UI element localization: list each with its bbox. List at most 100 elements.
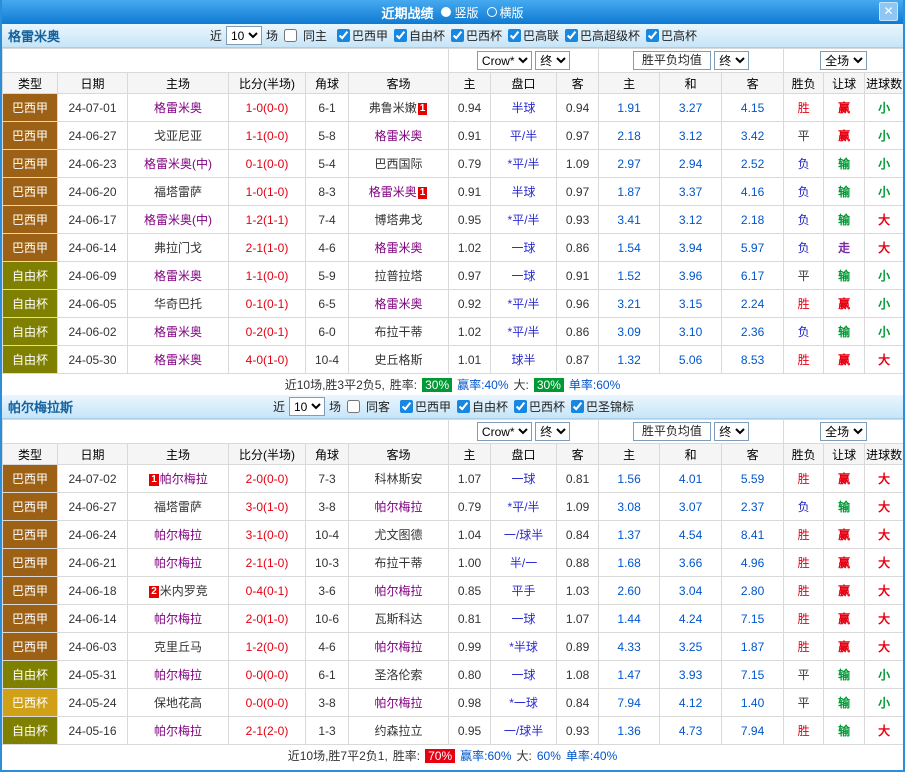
euro-home-odds-cell: 1.56 (599, 465, 660, 493)
match-type-cell: 巴西甲 (3, 178, 58, 206)
handicap-result-cell: 输 (824, 150, 865, 178)
away-odds-cell: 1.09 (557, 150, 599, 178)
league-checkbox[interactable] (457, 400, 470, 413)
corners-cell: 7-3 (306, 465, 349, 493)
league-filter[interactable]: 巴西杯 (449, 27, 502, 44)
home-team-cell: 克里丘马 (128, 633, 229, 661)
league-checkbox[interactable] (394, 29, 407, 42)
league-checkbox[interactable] (646, 29, 659, 42)
handicap-result-cell: 赢 (824, 122, 865, 150)
goals-result-cell: 大 (865, 717, 904, 745)
euro-away-odds-cell: 4.16 (722, 178, 784, 206)
score-cell: 2-1(2-0) (229, 717, 306, 745)
away-team-cell: 瓦斯科达 (349, 605, 449, 633)
handicap-result-cell: 赢 (824, 521, 865, 549)
handicap-final-select[interactable]: 终 (535, 422, 570, 441)
team-name-text: 布拉干蒂 (375, 556, 423, 570)
league-filter[interactable]: 巴高联 (506, 27, 559, 44)
away-team-cell: 帕尔梅拉 (349, 577, 449, 605)
away-odds-cell: 0.84 (557, 521, 599, 549)
corners-cell: 4-6 (306, 234, 349, 262)
goals-result-cell: 小 (865, 689, 904, 717)
match-type-cell: 巴西甲 (3, 234, 58, 262)
away-team-cell: 尤文图德 (349, 521, 449, 549)
league-filter[interactable]: 巴西甲 (398, 398, 451, 415)
match-date-cell: 24-05-24 (58, 689, 128, 717)
league-checkbox[interactable] (337, 29, 350, 42)
radio-horizontal[interactable]: 横版 (487, 4, 524, 21)
goals-result-cell: 大 (865, 493, 904, 521)
league-label: 巴西杯 (466, 27, 502, 44)
euro-away-odds-cell: 7.15 (722, 661, 784, 689)
recent-count-select[interactable]: 10 (226, 26, 262, 45)
handicap-cell: *平/半 (491, 150, 557, 178)
recent-count-select[interactable]: 10 (289, 397, 325, 416)
euro-away-odds-cell: 1.40 (722, 689, 784, 717)
handicap-cell: *平/半 (491, 206, 557, 234)
match-date-cell: 24-06-14 (58, 605, 128, 633)
match-date-cell: 24-07-01 (58, 94, 128, 122)
league-filter[interactable]: 自由杯 (455, 398, 508, 415)
goals-result-cell: 小 (865, 661, 904, 689)
handicap-controls-cell: Crow* 终 (449, 420, 599, 444)
corners-cell: 6-5 (306, 290, 349, 318)
handicap-cell: 一/球半 (491, 717, 557, 745)
match-date-cell: 24-06-03 (58, 633, 128, 661)
league-checkbox[interactable] (508, 29, 521, 42)
league-filter[interactable]: 巴西杯 (512, 398, 565, 415)
away-team-cell: 格雷米奥 (349, 122, 449, 150)
euro-controls-cell: 胜平负均值 终 (599, 49, 784, 73)
euro-draw-odds-cell: 2.94 (660, 150, 722, 178)
column-header: 角球 (306, 73, 349, 94)
league-checkbox[interactable] (514, 400, 527, 413)
euro-final-select[interactable]: 终 (714, 422, 749, 441)
column-header: 日期 (58, 73, 128, 94)
league-filter[interactable]: 巴高杯 (644, 27, 697, 44)
handicap-result-cell: 赢 (824, 577, 865, 605)
league-checkbox[interactable] (400, 400, 413, 413)
handicap-cell: 一球 (491, 465, 557, 493)
handicap-result-cell: 赢 (824, 346, 865, 374)
euro-final-select[interactable]: 终 (714, 51, 749, 70)
home-team-cell: 帕尔梅拉 (128, 717, 229, 745)
euro-away-odds-cell: 4.15 (722, 94, 784, 122)
score-cell: 1-0(1-0) (229, 178, 306, 206)
handicap-result-cell: 赢 (824, 633, 865, 661)
scope-controls-cell: 全场 (784, 420, 904, 444)
away-team-cell: 帕尔梅拉 (349, 689, 449, 717)
goals-scope-select[interactable]: 全场 (820, 51, 867, 70)
team-name-text: 格雷米奥 (154, 269, 202, 283)
league-filter[interactable]: 巴高超级杯 (563, 27, 640, 44)
home-odds-cell: 0.94 (449, 94, 491, 122)
euro-away-odds-cell: 2.80 (722, 577, 784, 605)
away-team-cell: 弗鲁米嫩1 (349, 94, 449, 122)
filter-bar: 近 10 场 同客 巴西甲自由杯巴西杯巴圣锦标 (2, 395, 903, 418)
league-checkbox[interactable] (451, 29, 464, 42)
euro-away-odds-cell: 5.59 (722, 465, 784, 493)
same-venue-checkbox[interactable] (284, 29, 297, 42)
home-odds-cell: 1.07 (449, 465, 491, 493)
goals-scope-select[interactable]: 全场 (820, 422, 867, 441)
same-venue-checkbox[interactable] (347, 400, 360, 413)
match-type-cell: 自由杯 (3, 661, 58, 689)
league-checkbox[interactable] (571, 400, 584, 413)
close-button[interactable]: ✕ (879, 2, 898, 21)
bookmaker-select[interactable]: Crow* (477, 51, 532, 70)
column-header: 日期 (58, 444, 128, 465)
league-filter[interactable]: 巴西甲 (335, 27, 388, 44)
euro-home-odds-cell: 3.08 (599, 493, 660, 521)
league-filter[interactable]: 自由杯 (392, 27, 445, 44)
team-name-text: 格雷米奥 (375, 241, 423, 255)
bookmaker-select[interactable]: Crow* (477, 422, 532, 441)
radio-vertical[interactable]: 竖版 (441, 4, 478, 21)
home-odds-cell: 1.00 (449, 549, 491, 577)
corners-cell: 8-3 (306, 178, 349, 206)
league-filter[interactable]: 巴圣锦标 (569, 398, 634, 415)
handicap-cell: *平/半 (491, 493, 557, 521)
league-checkbox[interactable] (565, 29, 578, 42)
match-date-cell: 24-06-18 (58, 577, 128, 605)
corners-cell: 10-4 (306, 346, 349, 374)
handicap-final-select[interactable]: 终 (535, 51, 570, 70)
match-row: 巴西甲24-06-17格雷米奥(中)1-2(1-1)7-4博塔弗戈0.95*平/… (3, 206, 904, 234)
profit-rate-text: 赢率:60% (460, 747, 511, 764)
